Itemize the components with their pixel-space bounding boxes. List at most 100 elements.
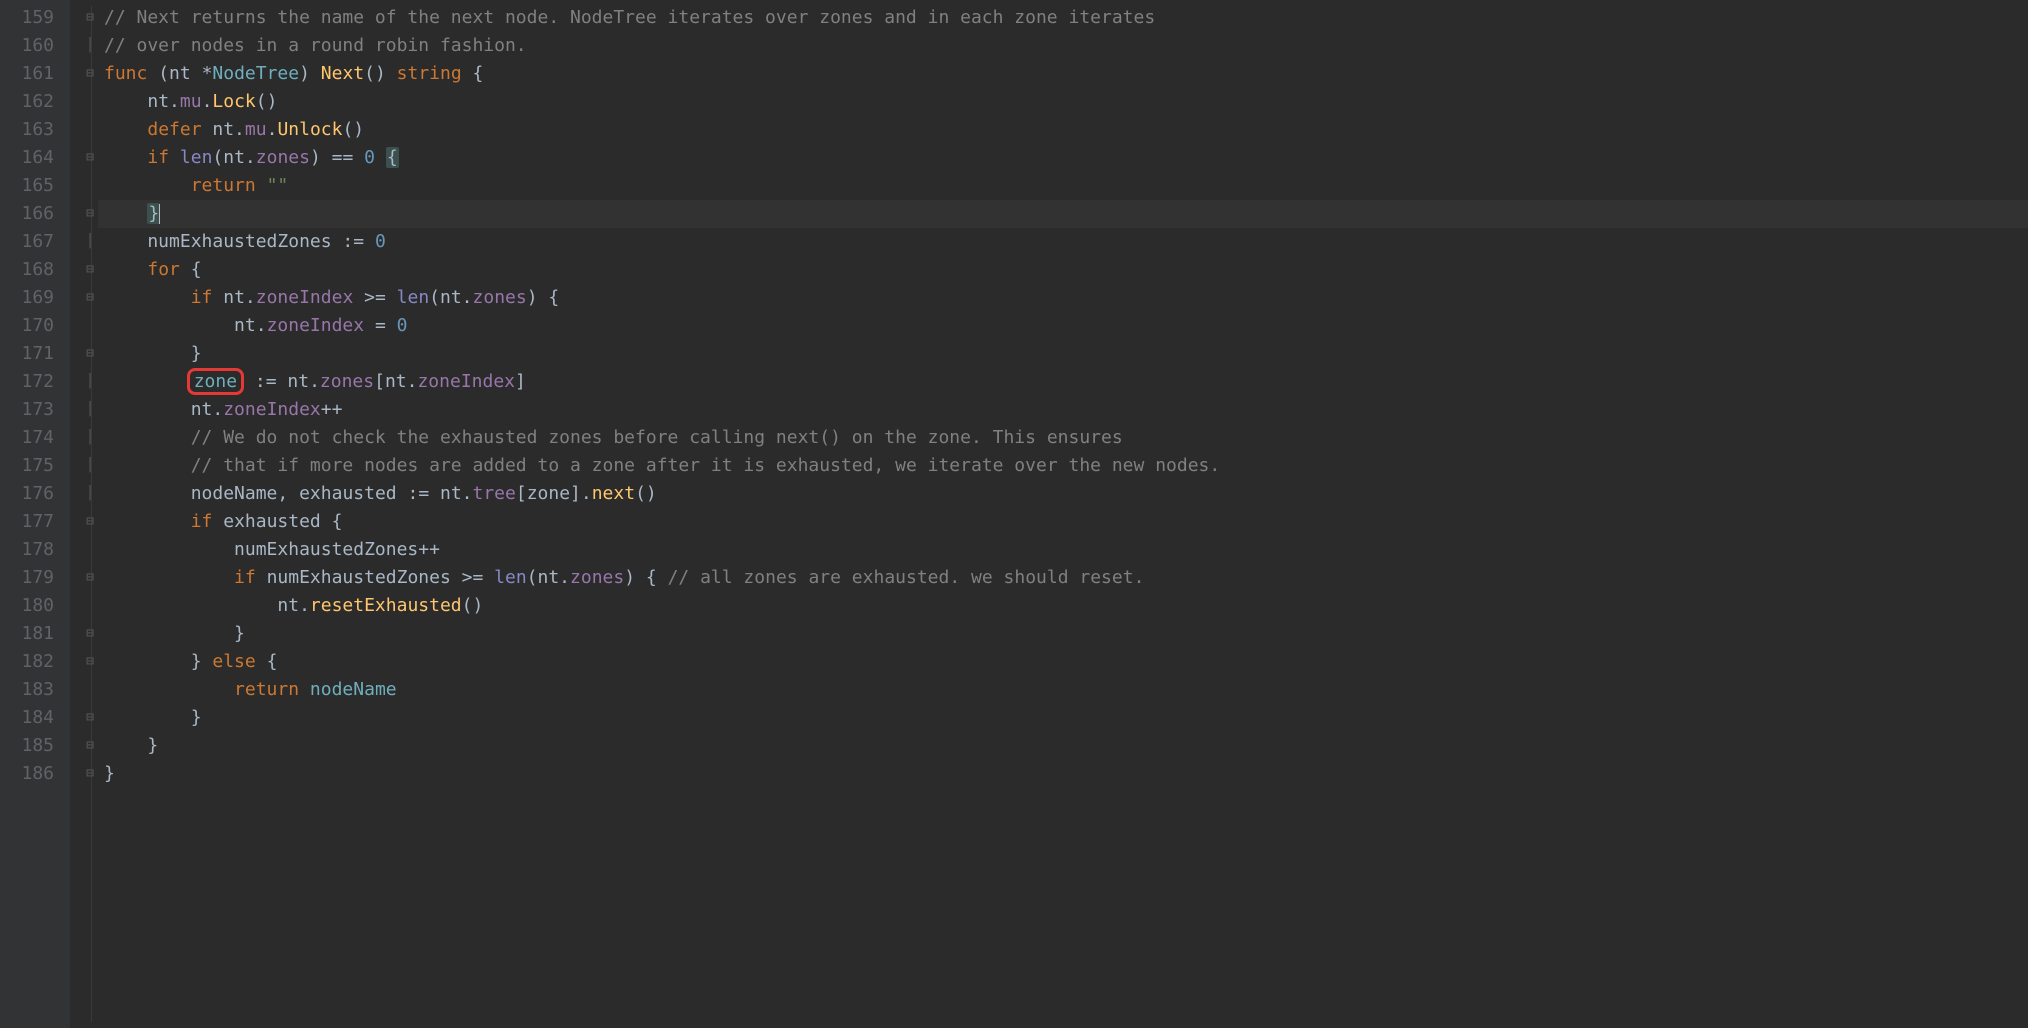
token-id: zoneIndex (223, 399, 321, 420)
code-line[interactable]: return "" (98, 172, 2028, 200)
fold-marker[interactable]: ⊟ (70, 144, 98, 172)
fold-marker[interactable]: │ (70, 480, 98, 508)
token-op: (nt. (212, 147, 255, 168)
code-line[interactable]: } (98, 200, 2028, 228)
fold-marker[interactable]: │ (70, 424, 98, 452)
fold-marker[interactable] (70, 536, 98, 564)
code-area[interactable]: // Next returns the name of the next nod… (98, 0, 2028, 1028)
token-cmt: // Next returns the name of the next nod… (104, 7, 1155, 28)
token-op: ) (299, 63, 321, 84)
line-number: 179 (0, 564, 70, 592)
code-line[interactable]: // over nodes in a round robin fashion. (98, 32, 2028, 60)
line-number: 184 (0, 704, 70, 732)
token-cmt: // over nodes in a round robin fashion. (104, 35, 527, 56)
fold-marker[interactable]: ⊟ (70, 60, 98, 88)
fold-marker[interactable]: ⊟ (70, 200, 98, 228)
token-kw: defer (147, 119, 201, 140)
token-op (104, 567, 234, 588)
token-op (256, 175, 267, 196)
fold-marker[interactable]: ⊟ (70, 564, 98, 592)
code-line[interactable]: for { (98, 256, 2028, 284)
code-line[interactable]: nodeName, exhausted := nt.tree[zone].nex… (98, 480, 2028, 508)
token-id: zoneIndex (417, 371, 515, 392)
code-line[interactable]: numExhaustedZones := 0 (98, 228, 2028, 256)
code-line[interactable]: // We do not check the exhausted zones b… (98, 424, 2028, 452)
fold-marker[interactable] (70, 88, 98, 116)
token-op: { (256, 651, 278, 672)
code-line[interactable]: } else { (98, 648, 2028, 676)
line-number: 178 (0, 536, 70, 564)
fold-column[interactable]: ⊟│⊟⊟⊟│⊟⊟⊟│││││⊟⊟⊟⊟⊟⊟⊟ (70, 0, 98, 1028)
fold-guide-line (91, 6, 92, 1022)
code-line[interactable]: } (98, 620, 2028, 648)
fold-marker[interactable]: │ (70, 396, 98, 424)
token-op: numExhaustedZones++ (104, 539, 440, 560)
token-id: zones (320, 371, 374, 392)
code-line[interactable]: } (98, 704, 2028, 732)
fold-marker[interactable]: │ (70, 452, 98, 480)
code-line[interactable]: nt.zoneIndex++ (98, 396, 2028, 424)
code-line[interactable]: // that if more nodes are added to a zon… (98, 452, 2028, 480)
fold-marker[interactable]: ⊟ (70, 508, 98, 536)
code-line[interactable]: if numExhaustedZones >= len(nt.zones) { … (98, 564, 2028, 592)
token-op: ++ (321, 399, 343, 420)
code-line[interactable]: } (98, 340, 2028, 368)
token-op: (nt. (429, 287, 472, 308)
line-number: 173 (0, 396, 70, 424)
fold-marker[interactable]: ⊟ (70, 760, 98, 788)
fold-marker[interactable]: ⊟ (70, 732, 98, 760)
line-number: 163 (0, 116, 70, 144)
token-cmt: // We do not check the exhausted zones b… (191, 427, 1123, 448)
token-op (104, 91, 147, 112)
token-bif: len (397, 287, 430, 308)
fold-marker[interactable]: │ (70, 368, 98, 396)
line-number: 175 (0, 452, 70, 480)
code-line[interactable]: if nt.zoneIndex >= len(nt.zones) { (98, 284, 2028, 312)
token-fn: Next (321, 63, 364, 84)
fold-marker[interactable] (70, 676, 98, 704)
code-editor[interactable]: 1591601611621631641651661671681691701711… (0, 0, 2028, 1028)
token-op: () (635, 483, 657, 504)
token-op (104, 259, 147, 280)
code-line[interactable]: } (98, 732, 2028, 760)
code-line[interactable]: numExhaustedZones++ (98, 536, 2028, 564)
fold-marker[interactable]: ⊟ (70, 4, 98, 32)
text-caret (159, 204, 160, 224)
fold-marker[interactable] (70, 312, 98, 340)
code-line[interactable]: nt.mu.Lock() (98, 88, 2028, 116)
fold-marker[interactable]: │ (70, 228, 98, 256)
fold-marker[interactable]: ⊟ (70, 284, 98, 312)
fold-marker[interactable] (70, 172, 98, 200)
fold-marker[interactable]: ⊟ (70, 704, 98, 732)
code-line[interactable]: if len(nt.zones) == 0 { (98, 144, 2028, 172)
line-number: 162 (0, 88, 70, 116)
token-op: () (256, 91, 278, 112)
code-line[interactable]: func (nt *NodeTree) Next() string { (98, 60, 2028, 88)
fold-marker[interactable]: ⊟ (70, 648, 98, 676)
code-line[interactable]: // Next returns the name of the next nod… (98, 4, 2028, 32)
code-line[interactable]: nt.resetExhausted() (98, 592, 2028, 620)
fold-marker[interactable]: ⊟ (70, 340, 98, 368)
code-line[interactable]: nt.zoneIndex = 0 (98, 312, 2028, 340)
token-op: } (104, 707, 202, 728)
code-line[interactable]: if exhausted { (98, 508, 2028, 536)
code-line[interactable]: defer nt.mu.Unlock() (98, 116, 2028, 144)
fold-marker[interactable] (70, 116, 98, 144)
fold-marker[interactable]: ⊟ (70, 620, 98, 648)
token-op: } (104, 623, 245, 644)
token-op: nt (147, 91, 169, 112)
token-kw: else (212, 651, 255, 672)
fold-marker[interactable] (70, 592, 98, 620)
line-number: 181 (0, 620, 70, 648)
code-line[interactable]: return nodeName (98, 676, 2028, 704)
token-op: ] (515, 371, 526, 392)
line-number-gutter: 1591601611621631641651661671681691701711… (0, 0, 70, 1028)
token-op: exhausted (299, 483, 397, 504)
code-line[interactable]: zone := nt.zones[nt.zoneIndex] (98, 368, 2028, 396)
token-op: { (462, 63, 484, 84)
fold-marker[interactable]: ⊟ (70, 256, 98, 284)
token-op: = (364, 315, 397, 336)
token-cmt: // that if more nodes are added to a zon… (191, 455, 1221, 476)
fold-marker[interactable]: │ (70, 32, 98, 60)
code-line[interactable]: } (98, 760, 2028, 788)
